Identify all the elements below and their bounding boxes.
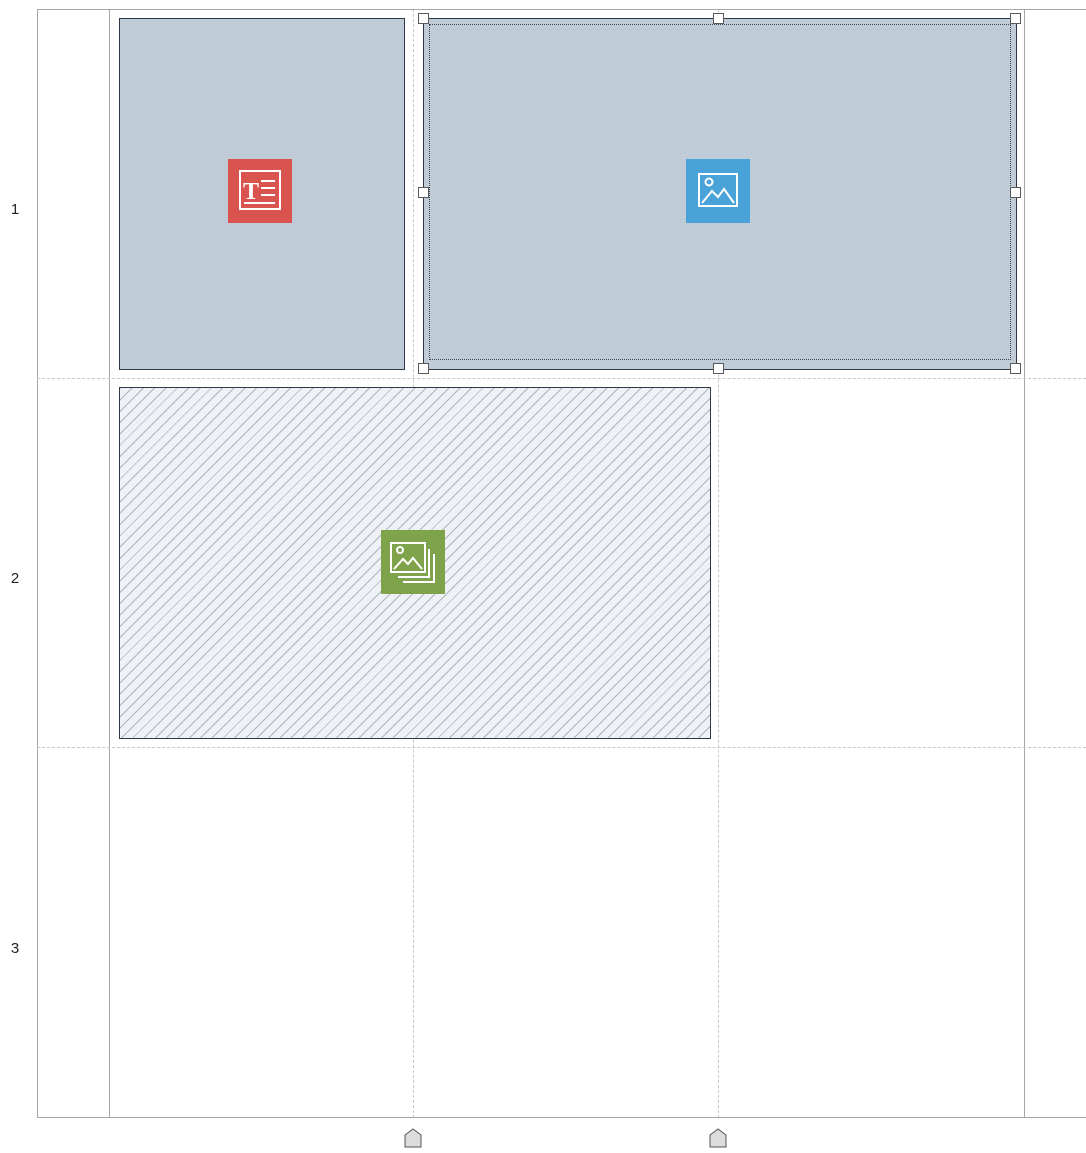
svg-text:T: T: [243, 179, 259, 205]
grid-left-border: [37, 9, 38, 1118]
grid-row-guide: [37, 747, 1086, 748]
resize-handle-top-right[interactable]: [1010, 13, 1021, 24]
grid-top-border: [37, 9, 1086, 10]
row-label-3: 3: [10, 940, 20, 957]
grid-right-border: [1024, 9, 1025, 1118]
resize-handle-top-left[interactable]: [418, 13, 429, 24]
grid-row-guide: [37, 378, 1086, 379]
row-label-1: 1: [10, 201, 20, 218]
resize-handle-middle-left[interactable]: [418, 187, 429, 198]
resize-handle-bottom-left[interactable]: [418, 363, 429, 374]
text-frame-block[interactable]: T: [119, 18, 405, 370]
selection-outline: [429, 24, 1011, 360]
image-gallery-icon: [381, 530, 445, 594]
image-gallery-block[interactable]: [119, 387, 711, 739]
column-marker-icon[interactable]: [404, 1128, 422, 1148]
resize-handle-top-center[interactable]: [713, 13, 724, 24]
resize-handle-bottom-right[interactable]: [1010, 363, 1021, 374]
text-frame-icon: T: [228, 159, 292, 223]
grid-bottom-border: [37, 1117, 1086, 1118]
resize-handle-bottom-center[interactable]: [713, 363, 724, 374]
resize-handle-middle-right[interactable]: [1010, 187, 1021, 198]
column-marker-icon[interactable]: [709, 1128, 727, 1148]
row-label-2: 2: [10, 570, 20, 587]
grid-column-divider: [109, 9, 110, 1118]
